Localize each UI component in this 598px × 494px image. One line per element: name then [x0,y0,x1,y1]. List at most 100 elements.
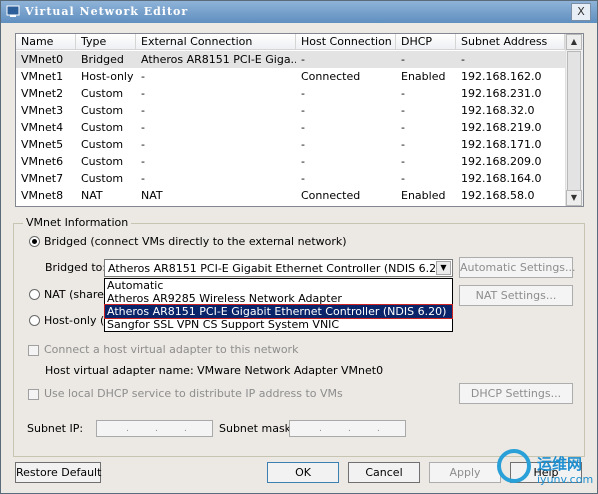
cell-external-connection: - [141,121,145,134]
cell-subnet-address: 192.168.164.0 [461,172,542,185]
ip-separator: . [319,424,322,434]
cell-external-connection: - [141,87,145,100]
subnet-ip-label: Subnet IP: [27,422,84,435]
cell-external-connection: - [141,155,145,168]
bridged-to-value: Atheros AR8151 PCI-E Gigabit Ethernet Co… [108,262,448,275]
restore-default-button[interactable]: Restore Default [15,462,101,483]
cell-external-connection: - [141,172,145,185]
table-row[interactable]: VMnet4 Custom - - - 192.168.219.0 [16,119,565,136]
cell-external-connection: - [141,104,145,117]
cell-dhcp: - [401,121,405,134]
cell-name: VMnet3 [21,104,64,117]
subnet-mask-label: Subnet mask: [219,422,295,435]
column-header-external-connection[interactable]: External Connection [136,34,296,49]
cell-type: Custom [81,155,124,168]
dhcp-settings-button[interactable]: DHCP Settings... [459,383,573,404]
column-header-name[interactable]: Name [16,34,76,49]
ip-separator: . [377,424,380,434]
use-dhcp-label[interactable]: Use local DHCP service to distribute IP … [44,387,343,400]
scroll-down-icon[interactable]: ▼ [566,190,582,206]
host-only-radio[interactable] [29,315,40,326]
column-header-dhcp[interactable]: DHCP [396,34,456,49]
table-row[interactable]: VMnet6 Custom - - - 192.168.209.0 [16,153,565,170]
cell-type: Host-only [81,70,134,83]
table-row[interactable]: VMnet1 Host-only - Connected Enabled 192.168.… [16,68,565,85]
dropdown-option-ethernet[interactable]: Atheros AR8151 PCI-E Gigabit Ethernet Co… [104,304,453,319]
cell-name: VMnet6 [21,155,64,168]
scroll-thumb[interactable] [567,51,581,191]
vmnet-table[interactable]: Name Type External Connection Host Conne… [15,33,584,207]
nat-settings-button[interactable]: NAT Settings... [459,285,573,306]
cell-subnet-address: 192.168.231.0 [461,87,542,100]
cell-type: Custom [81,104,124,117]
table-row[interactable]: VMnet5 Custom - - - 192.168.171.0 [16,136,565,153]
table-row[interactable]: VMnet7 Custom - - - 192.168.164.0 [16,170,565,187]
use-dhcp-checkbox[interactable] [28,389,39,400]
nat-radio[interactable] [29,289,40,300]
group-title: VMnet Information [23,216,132,229]
cell-external-connection: Atheros AR8151 PCI-E Giga... [141,53,296,66]
connect-host-adapter-label[interactable]: Connect a host virtual adapter to this n… [44,343,298,356]
chevron-down-icon[interactable]: ▼ [436,261,451,275]
cell-name: VMnet0 [21,53,64,66]
cell-subnet-address: 192.168.209.0 [461,155,542,168]
apply-button[interactable]: Apply [429,462,501,483]
watermark-text-en: iyunv.com [537,473,594,486]
watermark-circle-icon [497,449,531,483]
bridged-to-dropdown-list: Automatic Atheros AR9285 Wireless Networ… [104,278,453,332]
cell-type: Custom [81,172,124,185]
column-header-subnet-address[interactable]: Subnet Address [456,34,565,49]
table-row[interactable]: VMnet2 Custom - - - 192.168.231.0 [16,85,565,102]
nat-label[interactable]: NAT (shared [44,288,111,301]
subnet-ip-field[interactable]: . . . [96,420,213,437]
cell-host-connection: - [301,121,305,134]
cell-host-connection: Connected [301,70,361,83]
cell-name: VMnet4 [21,121,64,134]
ip-separator: . [348,424,351,434]
table-row[interactable]: VMnet0 Bridged Atheros AR8151 PCI-E Giga..… [16,51,565,68]
host-adapter-name: Host virtual adapter name: VMware Networ… [45,364,384,377]
cell-host-connection: - [301,155,305,168]
cell-host-connection: - [301,172,305,185]
cell-dhcp: - [401,53,405,66]
connect-host-adapter-checkbox[interactable] [28,345,39,356]
virtual-network-editor-window: Virtual Network Editor X Name Type Exter… [0,0,598,494]
cell-host-connection: Connected [301,189,361,202]
subnet-mask-field[interactable]: . . . [289,420,406,437]
cell-type: NAT [81,189,103,202]
cell-external-connection: NAT [141,189,163,202]
cell-subnet-address: - [461,53,465,66]
dropdown-option-automatic[interactable]: Automatic [105,279,452,292]
cell-subnet-address: 192.168.219.0 [461,121,542,134]
bridged-to-select[interactable]: Atheros AR8151 PCI-E Gigabit Ethernet Co… [104,259,453,277]
cell-dhcp: - [401,138,405,151]
table-row[interactable]: VMnet8 NAT NAT Connected Enabled 192.168.58.0 [16,187,565,204]
scroll-up-icon[interactable]: ▲ [566,34,582,50]
ok-button[interactable]: OK [267,462,339,483]
table-row[interactable]: VMnet3 Custom - - - 192.168.32.0 [16,102,565,119]
window-title: Virtual Network Editor [25,5,189,18]
host-only-label[interactable]: Host-only (c [44,314,110,327]
cell-dhcp: - [401,155,405,168]
cancel-button[interactable]: Cancel [348,462,420,483]
title-bar[interactable]: Virtual Network Editor X [1,1,597,23]
cell-type: Bridged [81,53,124,66]
column-header-host-connection[interactable]: Host Connection [296,34,396,49]
cell-subnet-address: 192.168.162.0 [461,70,542,83]
cell-external-connection: - [141,138,145,151]
cell-dhcp: - [401,87,405,100]
bridged-radio[interactable] [29,236,40,247]
dropdown-option-wireless[interactable]: Atheros AR9285 Wireless Network Adapter [105,292,452,305]
cell-dhcp: - [401,104,405,117]
cell-subnet-address: 192.168.171.0 [461,138,542,151]
bridged-label[interactable]: Bridged (connect VMs directly to the ext… [44,235,347,248]
table-scrollbar[interactable]: ▲ ▼ [565,34,583,206]
cell-host-connection: - [301,87,305,100]
cell-name: VMnet2 [21,87,64,100]
cell-subnet-address: 192.168.58.0 [461,189,535,202]
column-header-type[interactable]: Type [76,34,136,49]
automatic-settings-button[interactable]: Automatic Settings... [459,257,576,278]
ip-separator: . [184,424,187,434]
dropdown-option-sangfor[interactable]: Sangfor SSL VPN CS Support System VNIC [105,318,452,331]
close-button[interactable]: X [571,3,591,21]
